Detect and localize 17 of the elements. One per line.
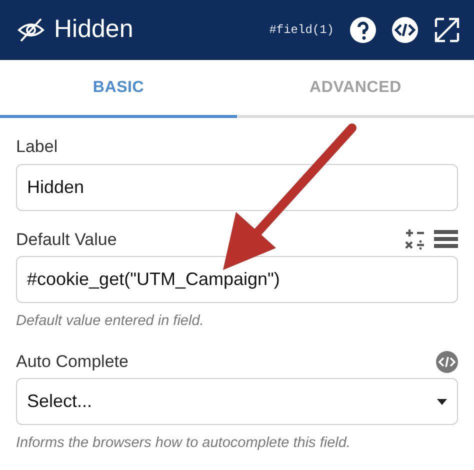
field-label: Auto Complete xyxy=(16,350,128,373)
text-input[interactable]: #cookie_get("UTM_Campaign") xyxy=(16,256,458,303)
eye-slash-icon xyxy=(16,17,46,43)
code-icon[interactable] xyxy=(392,17,418,43)
select-dropdown[interactable]: Select... xyxy=(16,378,458,426)
help-text: Default value entered in field. xyxy=(16,312,205,331)
expand-icon[interactable] xyxy=(434,17,460,43)
field-label: Default Value xyxy=(16,228,117,250)
panel-title: Hidden xyxy=(54,14,134,46)
menu-icon[interactable] xyxy=(434,229,458,250)
calculator-icon[interactable] xyxy=(404,228,426,250)
help-text: Informs the browsers how to autocomplete this field. xyxy=(16,434,352,454)
text-input[interactable]: Hidden xyxy=(16,164,458,210)
field-label: Label xyxy=(16,136,58,158)
caret-icon xyxy=(437,398,447,405)
field-reference: #field(1) xyxy=(269,22,334,39)
help-icon[interactable] xyxy=(350,17,376,43)
